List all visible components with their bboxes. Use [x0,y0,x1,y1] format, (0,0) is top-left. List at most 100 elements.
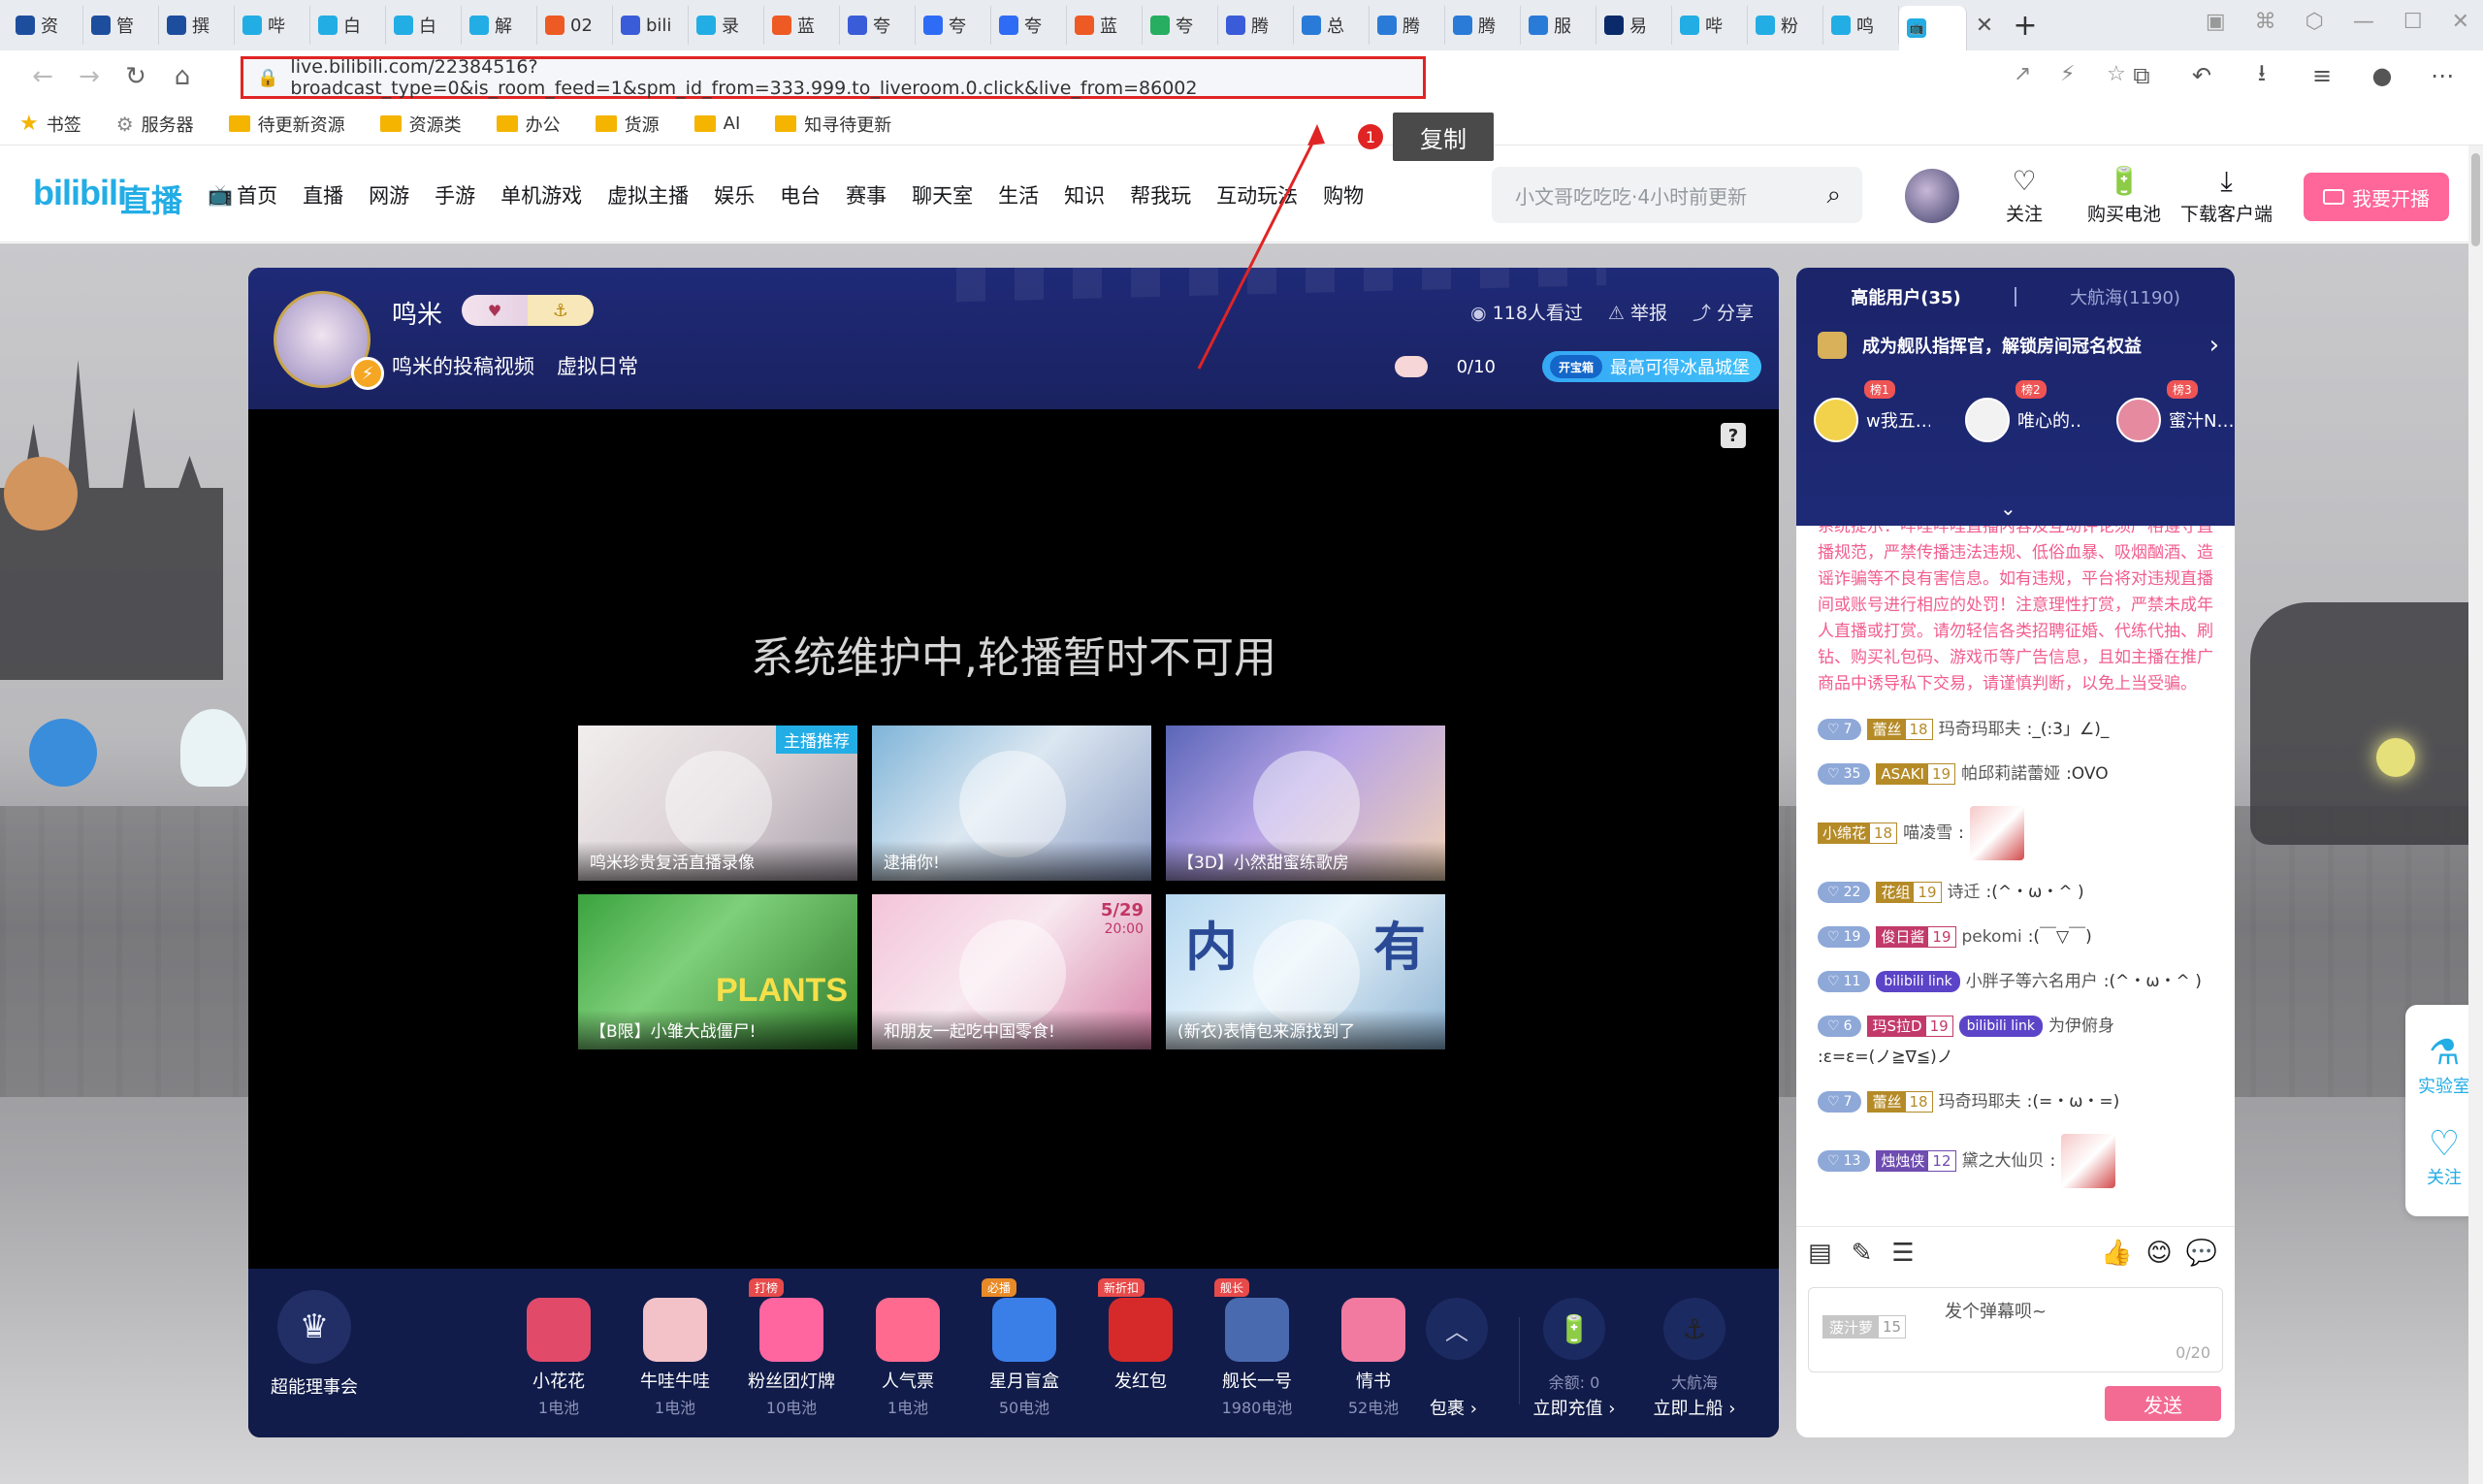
danmaku-input[interactable]: 菠汁萝 15 发个弹幕呗~ 0/20 [1808,1287,2223,1372]
video-area[interactable]: ? 系统维护中,轮播暂时不可用 主播推荐 鸣米珍贵复活直播录像 逮捕你! 【3D… [248,409,1779,1269]
back-icon[interactable]: ← [19,57,66,96]
carousel-thumb[interactable]: PLANTS 【B限】小雏大战僵尸! [578,894,857,1049]
chat-message[interactable]: ♡ 19 俊日酱 19 pekomi:(￣▽￣) [1818,924,2213,950]
start-live-button[interactable]: 我要开播 [2304,173,2449,221]
message-user[interactable]: pekomi [1962,924,2022,950]
browser-tab[interactable]: 粉 [1748,6,1823,45]
composer-medal[interactable]: 菠汁萝 15 [1822,1315,1907,1339]
page-scrollbar[interactable] [2468,145,2483,1484]
new-tab-button[interactable]: + [2006,6,2045,45]
browser-tab[interactable]: bili [613,6,689,45]
tab-active[interactable]: 📺 [1899,6,1967,50]
message-user[interactable]: 玛奇玛耶夫 [1939,1089,2021,1114]
profile-avatar-icon[interactable]: ● [2365,58,2400,93]
message-user[interactable]: 帕邱莉諾蕾娅 [1961,761,2060,787]
stream-title[interactable]: 鸣米的投稿视频 [392,351,534,380]
extension-puzzle-icon[interactable]: ⧉ [2124,58,2159,93]
treasure-box-button[interactable]: 开宝箱 最高可得冰晶城堡 [1542,351,1761,382]
browser-tab[interactable]: 白 [310,6,386,45]
gift-item[interactable]: 人气票 1电池 [850,1290,966,1418]
nav-knowledge[interactable]: 知识 [1064,180,1105,210]
lock-icon[interactable]: 🔒 [257,68,278,88]
top-user[interactable]: 榜2 唯心的… [1965,380,2081,442]
browser-tab[interactable]: 腾 [1218,6,1294,45]
buy-battery-button[interactable]: 🔋 购买电池 [2087,167,2161,226]
browser-tab[interactable]: 总 [1294,6,1370,45]
browser-tab[interactable]: 夸 [991,6,1067,45]
browser-tab[interactable]: 易 [1596,6,1672,45]
gift-item[interactable]: 新折扣 发红包 [1082,1278,1199,1418]
carousel-thumb[interactable]: 逮捕你! [872,726,1151,881]
browser-tab[interactable]: 夸 [840,6,916,45]
emoji-icon[interactable]: 😊 [2146,1239,2173,1268]
bookmark-item[interactable]: ★ 书签 [19,112,81,137]
message-user[interactable]: 诗迁 [1948,880,1981,905]
bolt-icon[interactable]: ⚡ [2060,62,2075,86]
chat-message[interactable]: 小绵花 18 喵凌雪: [1818,806,2213,860]
broom-icon[interactable]: ✎ [1852,1239,1873,1268]
more-menu-icon[interactable]: ⋯ [2425,58,2460,93]
gift-item[interactable]: 舰长 舰长一号 1980电池 [1199,1278,1315,1418]
top-user[interactable]: 榜1 w我五… [1814,380,1930,442]
reload-icon[interactable]: ↻ [113,57,159,96]
chat-message[interactable]: ♡ 11 bilibili link 小胖子等六名用户:(^・ω・^ ) [1818,969,2213,994]
nav-chatroom[interactable]: 聊天室 [912,180,973,210]
nav-life[interactable]: 生活 [998,180,1039,210]
browser-tab[interactable]: 蓝 [764,6,840,45]
chat-message[interactable]: ♡ 22 花组 19 诗迁:(^・ω・^ ) [1818,880,2213,905]
top-user[interactable]: 榜3 蜜汁N… [2116,380,2233,442]
nav-online-games[interactable]: 网游 [369,180,409,210]
carousel-thumb[interactable]: 5/29 20:00 和朋友一起吃中国零食! [872,894,1151,1049]
chat-messages[interactable]: 系统提示：哔哩哔哩直播内容及互动评论须严格遵守直播规范，严禁传播违法违规、低俗血… [1796,526,2235,1226]
bilibili-logo[interactable]: bilibili [33,173,127,213]
board-ship-button[interactable]: ⚓ 大航海 立即上船 › [1651,1298,1738,1420]
streamer-medals[interactable]: ♥ ⚓ [462,295,594,326]
follow-button[interactable]: ♡ 关注 [2006,167,2043,226]
download-circle-icon[interactable]: ⭳ [2244,58,2279,93]
minimize-icon[interactable]: — [2353,10,2374,34]
search-input[interactable]: 小文哥吃吃吃·4小时前更新 ⌕ [1492,167,1862,223]
report-button[interactable]: ⚠ 举报 [1608,299,1667,325]
bookmark-folder[interactable]: 办公 [496,112,561,137]
address-bar[interactable]: 🔒 live.bilibili.com/22384516?broadcast_t… [241,56,1426,99]
nav-vtuber[interactable]: 虚拟主播 [607,180,689,210]
browser-tab[interactable]: 资 [8,6,83,45]
bookmark-folder[interactable]: 待更新资源 [228,112,345,137]
browser-tab[interactable]: 02 [537,6,613,45]
message-user[interactable]: 黛之大仙贝 [1962,1148,2045,1174]
chat-message[interactable]: ♡ 6 玛S拉D 19 bilibili link 为伊俯身:ε=ε=(ノ≧∇≦)ノ [1818,1014,2213,1070]
close-tab-icon[interactable]: ✕ [1971,12,1998,39]
gift-item[interactable]: 必播 星月盲盒 50电池 [966,1278,1082,1418]
browser-tab[interactable]: 哔 [1672,6,1748,45]
chat-message[interactable]: ♡ 7 蕾丝 18 玛奇玛耶夫:(=・ω・=) [1818,1089,2213,1114]
browser-tab[interactable]: 腾 [1370,6,1445,45]
share-page-icon[interactable]: ↗ [2014,62,2031,86]
forward-icon[interactable]: → [66,57,113,96]
gift-item[interactable]: 小花花 1电池 [500,1290,617,1418]
undo-icon[interactable]: ↶ [2184,58,2219,93]
bookmark-item[interactable]: ⚙ 服务器 [116,112,194,137]
message-user[interactable]: 小胖子等六名用户 [1966,969,2098,994]
gift-item[interactable]: 牛哇牛哇 1电池 [617,1290,733,1418]
download-client-button[interactable]: ⤓ 下载客户端 [2180,167,2273,226]
share-button[interactable]: ⤴ 分享 [1693,299,1754,325]
chat-message[interactable]: ♡ 13 烛烛侠 12 黛之大仙贝: [1818,1134,2213,1188]
nav-entertainment[interactable]: 娱乐 [714,180,755,210]
gift-item[interactable]: 情书 52电池 [1315,1290,1432,1418]
recharge-button[interactable]: 🔋 余额: 0 立即充值 › [1531,1298,1618,1420]
stream-area[interactable]: 虚拟日常 [557,351,638,380]
browser-tab[interactable]: 白 [386,6,462,45]
package-button[interactable]: 包裹 › [1430,1395,1477,1420]
home-icon[interactable]: ⌂ [159,57,206,96]
thumbs-up-icon[interactable]: 👍 [2101,1239,2132,1268]
bookmark-folder[interactable]: 资源类 [379,112,462,137]
browser-tab[interactable]: 鸣 [1823,6,1899,45]
streamer-name[interactable]: 鸣米 [392,295,442,331]
tab-high-energy[interactable]: 高能用户(35) [1796,284,2015,309]
message-user[interactable]: 为伊俯身 [2048,1014,2114,1039]
chat-message[interactable]: ♡ 35 ASAKI 19 帕邱莉諾蕾娅:OVO [1818,761,2213,787]
guard-promo[interactable]: 成为舰队指挥官，解锁房间冠名权益 › [1818,324,2219,367]
vip-club-button[interactable]: ♛ 超能理事会 [268,1290,361,1399]
search-icon[interactable]: ⌕ [1826,180,1841,210]
close-window-icon[interactable]: ✕ [2452,10,2469,34]
